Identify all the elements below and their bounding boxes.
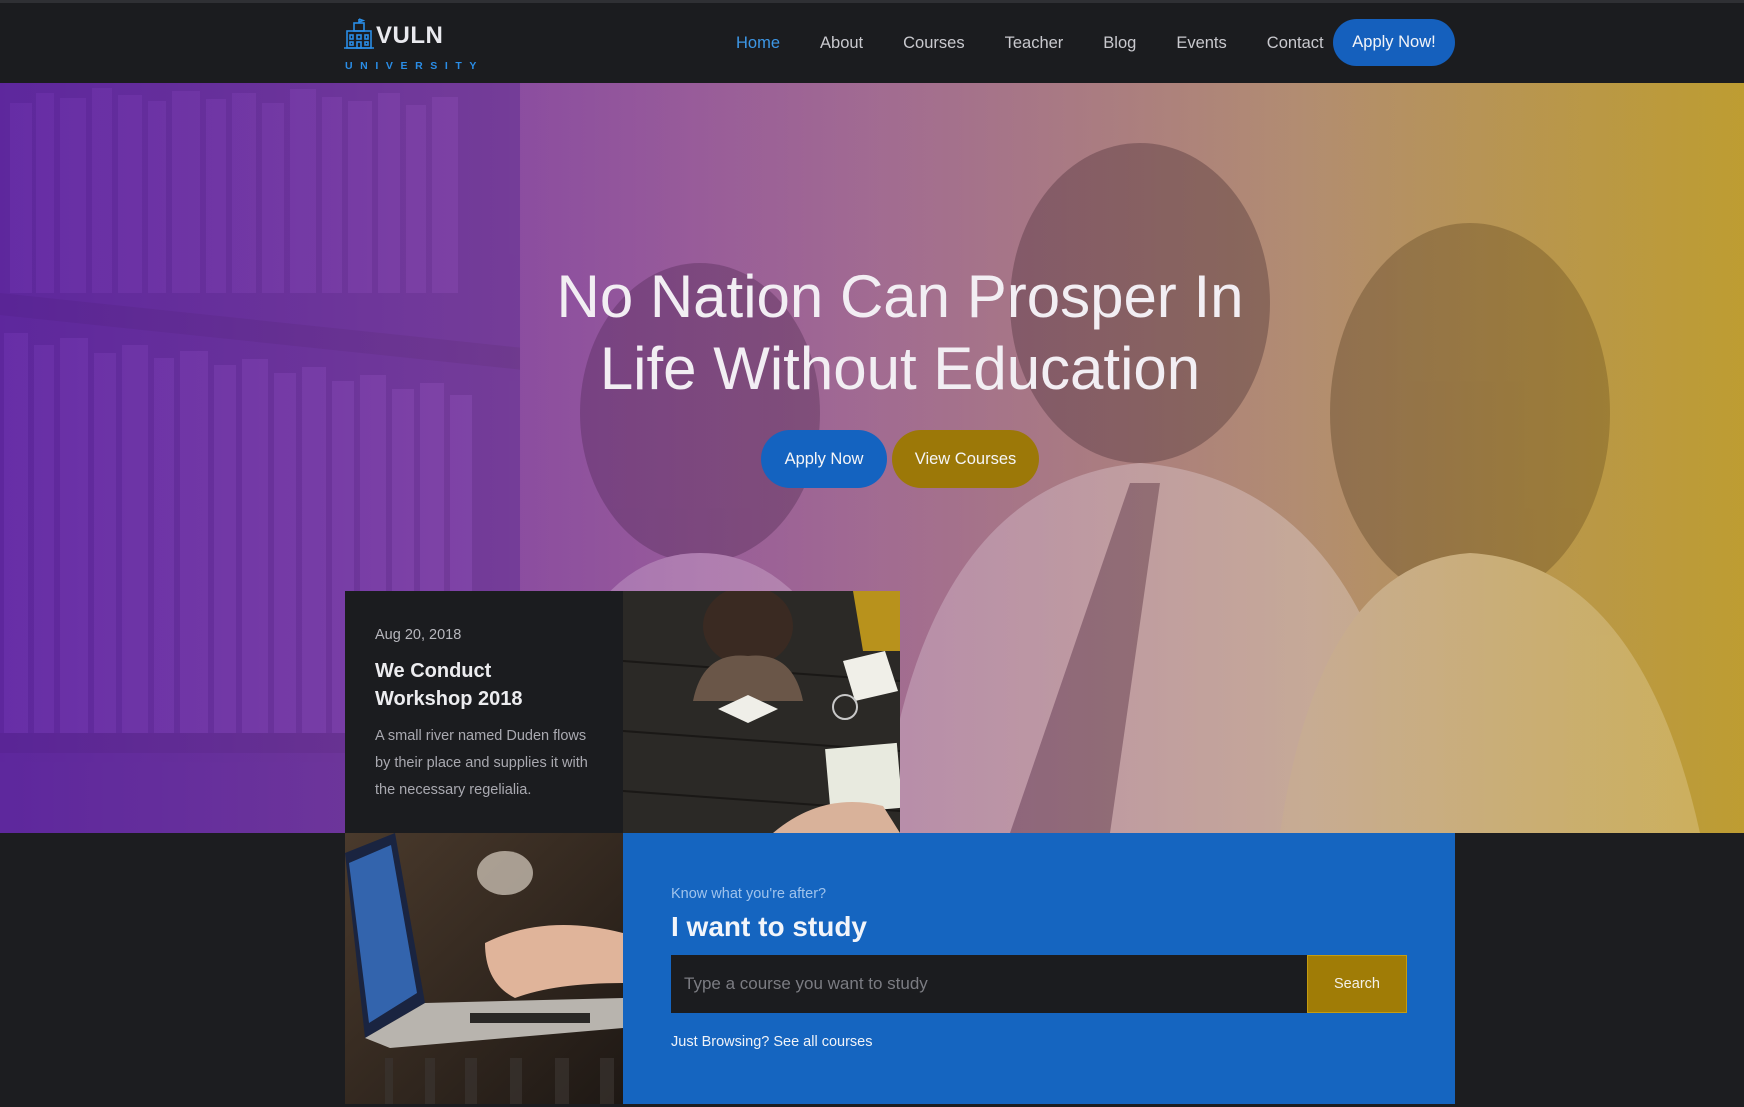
search-button[interactable]: Search — [1307, 955, 1407, 1013]
laptop-photo — [345, 833, 623, 1104]
event-photo — [623, 591, 900, 833]
apply-now-header-button[interactable]: Apply Now! — [1333, 19, 1455, 66]
hero-title: No Nation Can Prosper In Life Without Ed… — [0, 261, 1744, 405]
main-nav: Home About Courses Teacher Blog Events C… — [716, 3, 1344, 83]
hero-title-line2: Life Without Education — [599, 335, 1201, 402]
nav-item-home[interactable]: Home — [716, 3, 800, 83]
nav-item-courses[interactable]: Courses — [883, 3, 984, 83]
university-building-icon — [344, 18, 374, 49]
study-kicker: Know what you're after? — [671, 886, 827, 902]
nav-item-blog[interactable]: Blog — [1083, 3, 1156, 83]
apply-now-button[interactable]: Apply Now — [761, 430, 887, 488]
event-card[interactable]: Aug 20, 2018 We Conduct Workshop 2018 A … — [345, 591, 623, 833]
laptop-image — [345, 833, 623, 1104]
view-courses-button[interactable]: View Courses — [892, 430, 1039, 488]
course-search-input[interactable] — [671, 955, 1307, 1013]
brand-name: VULN — [376, 22, 444, 49]
site-header: VULN UNIVERSITY Home About Courses Teach… — [0, 3, 1744, 83]
study-heading: I want to study — [671, 911, 867, 942]
see-all-courses-link[interactable]: Just Browsing? See all courses — [671, 1034, 873, 1050]
nav-item-teacher[interactable]: Teacher — [985, 3, 1084, 83]
nav-item-events[interactable]: Events — [1156, 3, 1246, 83]
nav-item-about[interactable]: About — [800, 3, 883, 83]
event-title[interactable]: We Conduct Workshop 2018 — [375, 657, 593, 713]
workshop-image — [623, 591, 900, 833]
event-date: Aug 20, 2018 — [375, 627, 462, 643]
brand-subtitle: UNIVERSITY — [345, 60, 485, 72]
event-description: A small river named Duden flows by their… — [375, 728, 588, 798]
study-search-panel: Know what you're after? I want to study … — [623, 833, 1455, 1104]
site-logo[interactable]: VULN UNIVERSITY — [344, 16, 476, 76]
nav-item-contact[interactable]: Contact — [1247, 3, 1344, 83]
hero-title-line1: No Nation Can Prosper In — [556, 263, 1244, 330]
